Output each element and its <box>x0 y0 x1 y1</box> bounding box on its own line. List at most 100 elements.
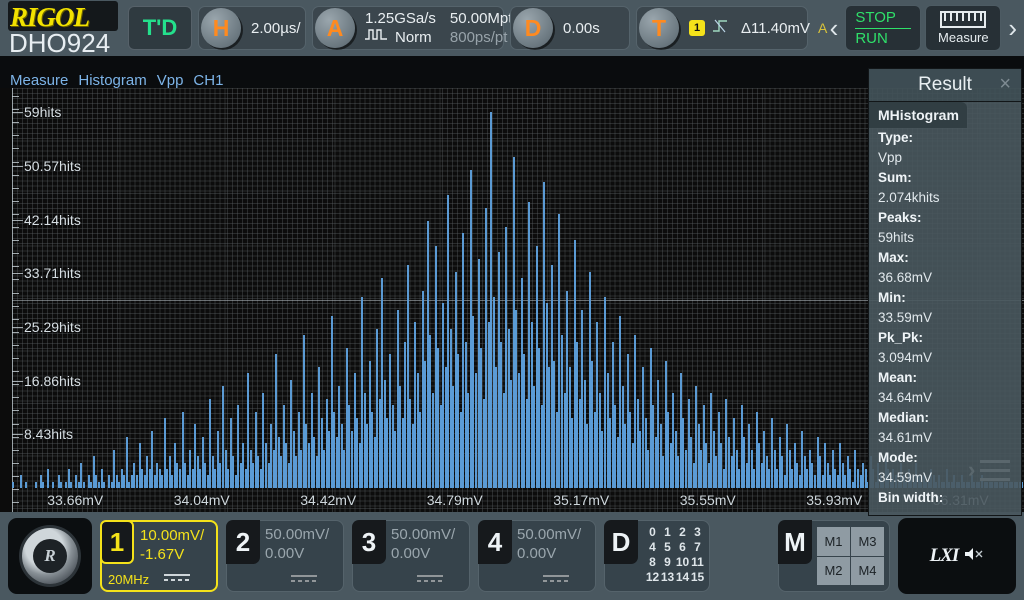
model-name: DHO924 <box>9 28 111 58</box>
title-part-measure: Measure <box>10 71 69 89</box>
brand-block: RIGOL DHO924 <box>4 0 122 58</box>
digital-bit-label: 11 <box>691 555 704 569</box>
channel-number-label: 1 <box>100 520 134 564</box>
math-slot-m3[interactable]: M3 <box>851 527 884 556</box>
digital-bit-label: 5 <box>664 540 671 554</box>
utility-gear-button[interactable]: R <box>8 518 92 594</box>
x-axis-label: 35.55mV <box>679 492 736 508</box>
measure-button[interactable]: Measure <box>925 5 1002 51</box>
trigger-level: Δ11.40mV <box>741 19 810 37</box>
result-item-key: Type: <box>878 130 914 145</box>
digital-bit-label: 9 <box>664 555 671 569</box>
histogram-bar <box>34 481 37 488</box>
delay-values: 0.00s <box>553 20 610 37</box>
channel-offset: -1.67V <box>140 546 185 563</box>
x-axis-label: 35.17mV <box>553 492 610 508</box>
result-item-key: Max: <box>878 250 909 265</box>
digital-bit-label: 13 <box>660 570 675 584</box>
digital-bit-label: 7 <box>694 540 701 554</box>
histogram-bar <box>24 481 27 488</box>
channel-button-3[interactable]: 3 50.00mV/0.00V <box>352 520 470 592</box>
channel-button-4[interactable]: 4 50.00mV/0.00V <box>478 520 596 592</box>
oscilloscope-screen: RIGOL DHO924 T'D H 2.00µs/ A 1.25GSa/s 5… <box>0 0 1024 600</box>
x-axis-label: 34.04mV <box>173 492 230 508</box>
top-right-controls: ‹ STOP RUN Measure › <box>827 5 1020 51</box>
top-status-bar: RIGOL DHO924 T'D H 2.00µs/ A 1.25GSa/s 5… <box>0 0 1024 58</box>
histogram-bar <box>42 481 45 488</box>
digital-bit-label: 6 <box>679 540 686 554</box>
digital-label: D <box>604 520 638 564</box>
math-slot-m1[interactable]: M1 <box>817 527 850 556</box>
channel-number-label: 4 <box>478 520 512 564</box>
histogram-bar <box>52 481 55 488</box>
digital-bit-label: 3 <box>694 525 701 539</box>
channel-vertical-scale: 50.00mV/ <box>517 526 582 543</box>
math-button[interactable]: M M1 M3 M2 M4 <box>778 520 890 592</box>
math-slot-m4[interactable]: M4 <box>851 556 884 585</box>
trigger-settings-pill[interactable]: T 1 Δ11.40mV A <box>636 6 827 50</box>
digital-bit-grid: 0 1 2 3 4 5 6 7 8 9 10 11 12 13 14 15 <box>645 525 705 584</box>
scroll-right-arrow-icon[interactable]: › <box>1005 15 1020 41</box>
horizontal-settings-pill[interactable]: H 2.00µs/ <box>198 6 306 50</box>
stop-run-button[interactable]: STOP RUN <box>845 5 922 51</box>
channel-values: 50.00mV/0.00V <box>391 525 455 563</box>
channel-number-label: 2 <box>226 520 260 564</box>
channel-coupling-icon <box>417 575 443 583</box>
trigger-knob-icon: T <box>639 8 679 48</box>
horizontal-knob-icon: H <box>201 8 241 48</box>
trigger-values: 1 Δ11.40mV A <box>679 19 837 38</box>
channel-coupling-icon <box>291 575 317 583</box>
result-item-value: 2.074khits <box>878 190 940 205</box>
result-item-value: 3.094mV <box>878 350 933 365</box>
result-item-value: 34.61mV <box>878 430 933 445</box>
waveform-icon <box>365 28 387 46</box>
digital-channel-button[interactable]: D 0 1 2 3 4 5 6 7 8 9 10 11 12 13 14 15 <box>604 520 710 592</box>
channel-offset: 0.00V <box>517 545 557 562</box>
speaker-mute-icon <box>964 546 984 567</box>
delay-settings-pill[interactable]: D 0.00s <box>510 6 630 50</box>
scroll-left-arrow-icon[interactable]: ‹ <box>827 15 842 41</box>
run-label: RUN <box>855 29 888 47</box>
result-item-key: Mode: <box>878 450 918 465</box>
result-measurement-list: Type: Vpp Sum: 2.074khits Peaks: 59hits Max: 36… <box>869 128 1021 508</box>
histogram-bar <box>70 481 73 488</box>
lxi-status-block[interactable]: LXI <box>898 518 1016 594</box>
delay-value: 0.00s <box>563 19 600 37</box>
bottom-channel-bar: R 1 10.00mV/-1.67V 20MHz 2 50.00mV/0.00V 3 50.… <box>0 512 1024 600</box>
result-item-key: Peaks: <box>878 210 922 225</box>
channel-button-1[interactable]: 1 10.00mV/ -1.67V 20MHz <box>100 520 218 592</box>
lxi-logo: LXI <box>929 545 960 566</box>
result-panel-title: Result <box>918 74 972 95</box>
trigger-status-button[interactable]: T'D <box>128 6 192 50</box>
title-part-histogram: Histogram <box>78 71 147 89</box>
histogram-bar <box>19 475 22 488</box>
histogram-bar <box>82 481 85 488</box>
result-panel-body[interactable]: MHistogram Type: Vpp Sum: 2.074khits Peaks: 5… <box>868 102 1022 516</box>
result-item-key: Mean: <box>878 370 918 385</box>
math-slot-grid: M1 M3 M2 M4 <box>817 527 884 585</box>
channel-vertical-scale: 50.00mV/ <box>265 526 330 543</box>
channel-values: 10.00mV/ -1.67V <box>140 526 204 564</box>
title-part-source: CH1 <box>193 71 224 89</box>
math-slot-m2[interactable]: M2 <box>817 556 850 585</box>
horizontal-values: 2.00µs/ <box>241 20 311 37</box>
y-axis-minor-tick <box>12 502 19 504</box>
result-item-value: 34.64mV <box>878 390 933 405</box>
digital-bit-label: 4 <box>649 540 656 554</box>
channel-vertical-scale: 50.00mV/ <box>391 526 456 543</box>
y-axis-minor-tick <box>12 489 19 490</box>
histogram-bar <box>60 481 63 488</box>
digital-bit-label: 14 <box>675 570 690 584</box>
digital-bit-label: 1 <box>664 525 671 539</box>
x-axis-label: 33.66mV <box>47 492 104 508</box>
channel-vertical-scale: 10.00mV/ <box>140 527 205 544</box>
x-axis-label: 35.93mV <box>806 492 863 508</box>
timebase-scale: 2.00µs/ <box>251 19 301 37</box>
acquire-settings-pill[interactable]: A 1.25GSa/s 50.00Mpts Norm 800ps/pt <box>312 6 520 50</box>
result-item-value: 36.68mV <box>878 270 933 285</box>
result-tab-mhistogram[interactable]: MHistogram <box>869 102 967 128</box>
result-item-key: Pk_Pk: <box>878 330 924 345</box>
close-icon[interactable]: × <box>999 74 1011 94</box>
channel-button-2[interactable]: 2 50.00mV/0.00V <box>226 520 344 592</box>
histogram-bar <box>47 468 50 488</box>
